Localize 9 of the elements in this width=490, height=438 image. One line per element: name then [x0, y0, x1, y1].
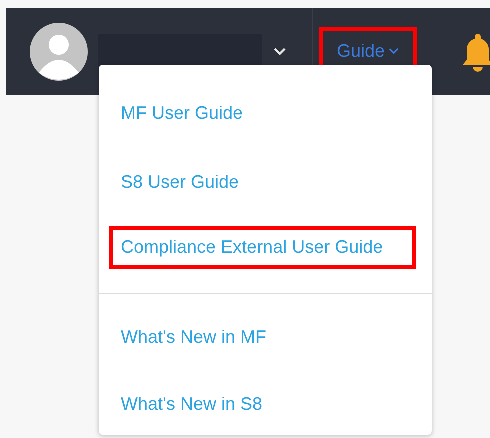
caret-icon: [389, 48, 400, 55]
bell-icon[interactable]: [463, 32, 490, 72]
avatar-icon[interactable]: [30, 22, 88, 80]
menu-item[interactable]: What's New in S8: [109, 371, 418, 438]
menu-item[interactable]: What's New in MF: [109, 304, 418, 371]
menu-item[interactable]: S8 User Guide: [109, 144, 418, 213]
chevron-down-icon[interactable]: [274, 48, 286, 56]
menu-item[interactable]: MF User Guide: [109, 75, 418, 144]
menu-item[interactable]: Compliance External User Guide: [109, 226, 416, 269]
